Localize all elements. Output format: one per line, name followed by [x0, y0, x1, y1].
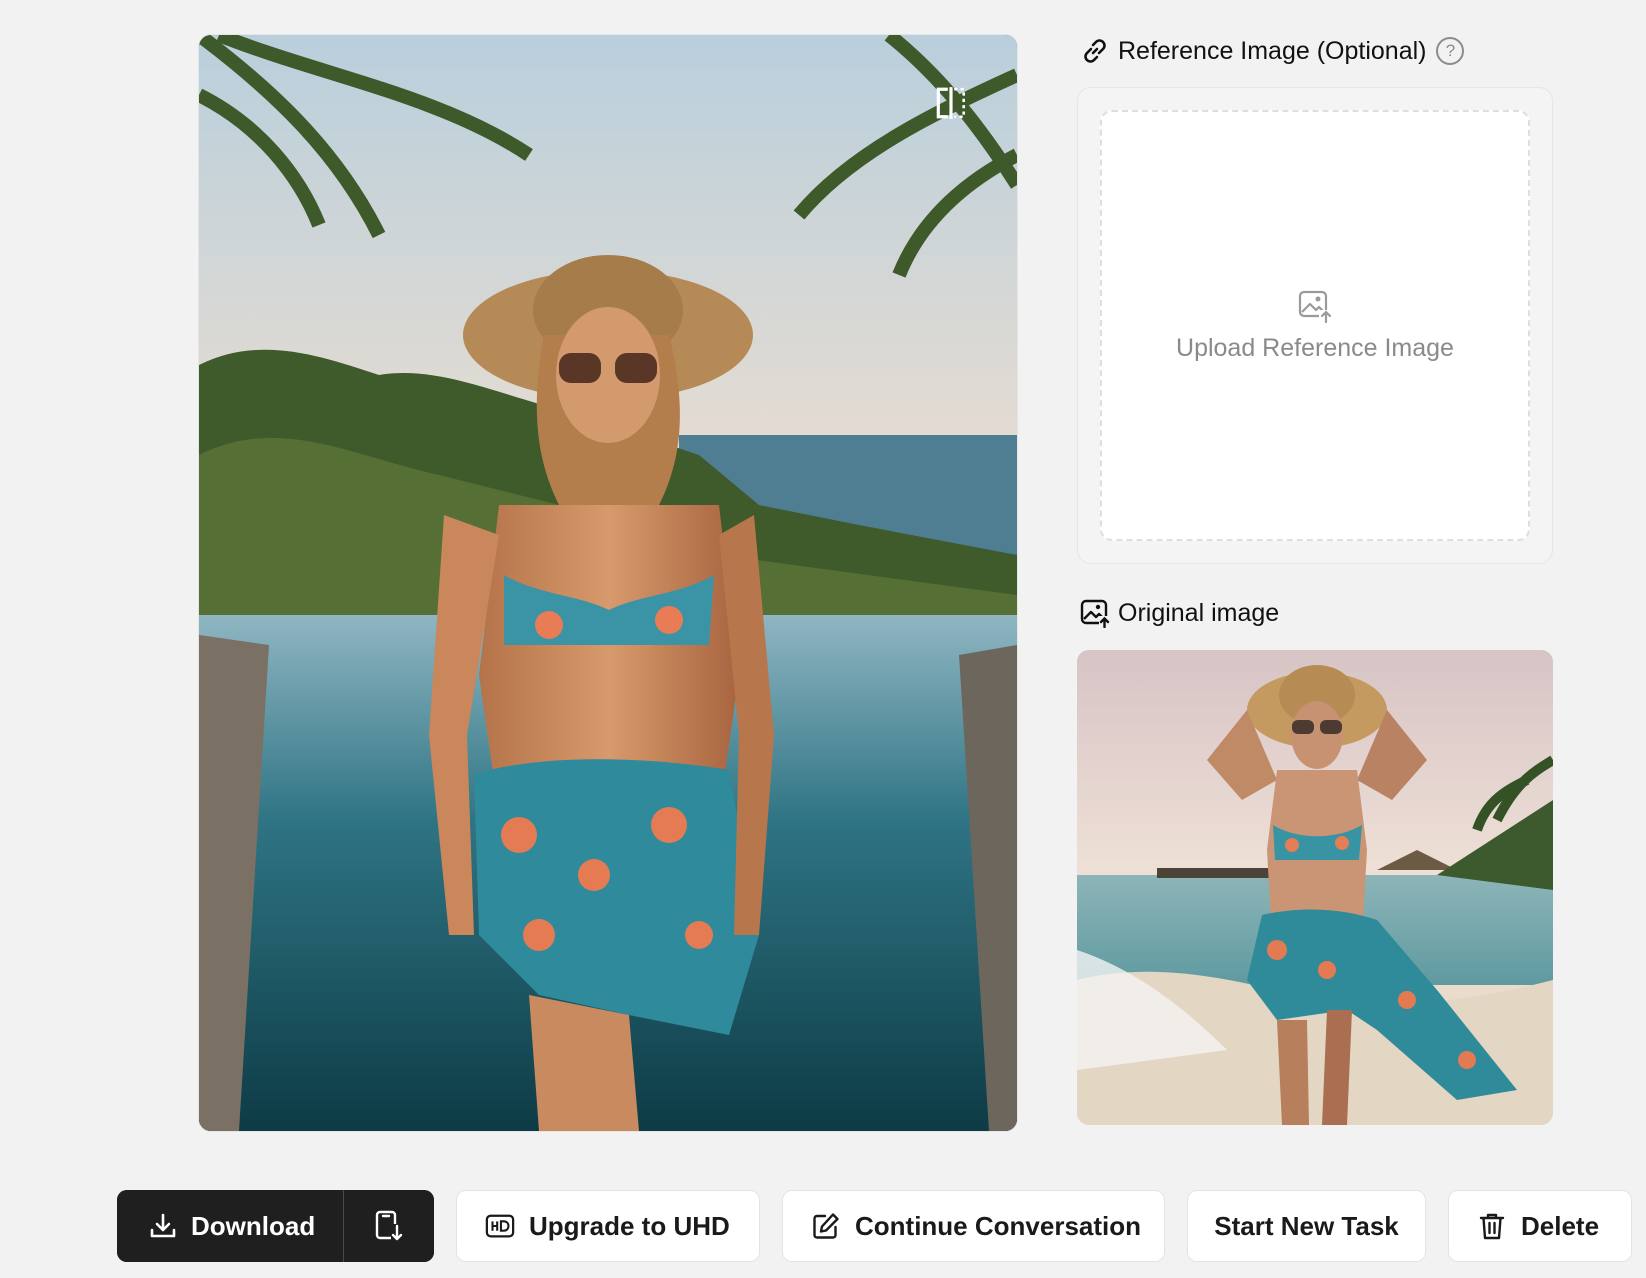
reference-upload-dropzone[interactable]: Upload Reference Image: [1100, 110, 1530, 541]
delete-button[interactable]: Delete: [1448, 1190, 1632, 1262]
start-new-task-button[interactable]: Start New Task: [1187, 1190, 1426, 1262]
result-image[interactable]: [199, 35, 1017, 1131]
reference-upload-card: Upload Reference Image: [1077, 87, 1553, 564]
new-task-label: Start New Task: [1214, 1210, 1399, 1241]
download-icon: [149, 1211, 177, 1241]
phone-download-icon: [374, 1210, 404, 1242]
question-circle-icon[interactable]: ?: [1436, 37, 1465, 65]
trash-icon: [1477, 1211, 1507, 1241]
original-image[interactable]: [1077, 650, 1553, 1125]
download-button-group: Download: [117, 1190, 434, 1262]
image-upload-icon: [1080, 598, 1110, 628]
download-button[interactable]: Download: [117, 1190, 343, 1262]
result-photo: [199, 35, 1017, 1131]
hd-icon: [485, 1211, 515, 1241]
edit-icon: [811, 1211, 841, 1241]
compare-split-glyph: [936, 87, 966, 119]
reference-section-title: Reference Image (Optional) ?: [1080, 36, 1465, 66]
original-section-title: Original image: [1080, 598, 1279, 628]
action-bar: Download Upgrade to UHD Continue Convers…: [117, 1190, 1632, 1262]
delete-label: Delete: [1521, 1210, 1600, 1241]
mobile-download-button[interactable]: [343, 1190, 434, 1262]
continue-conversation-button[interactable]: Continue Conversation: [782, 1190, 1165, 1262]
download-label: Download: [191, 1210, 316, 1241]
reference-title-text: Reference Image (Optional): [1118, 36, 1427, 65]
upload-reference-label: Upload Reference Image: [1176, 334, 1454, 362]
upgrade-label: Upgrade to UHD: [529, 1210, 730, 1241]
upgrade-uhd-button[interactable]: Upgrade to UHD: [456, 1190, 760, 1262]
compare-split-icon[interactable]: [933, 85, 969, 121]
image-editor-page: Reference Image (Optional) ? Upload Refe…: [0, 0, 1646, 1278]
original-title-text: Original image: [1118, 598, 1280, 627]
original-photo: [1077, 650, 1553, 1125]
image-upload-icon: [1298, 290, 1333, 324]
continue-label: Continue Conversation: [855, 1210, 1142, 1241]
link-icon: [1080, 36, 1110, 66]
